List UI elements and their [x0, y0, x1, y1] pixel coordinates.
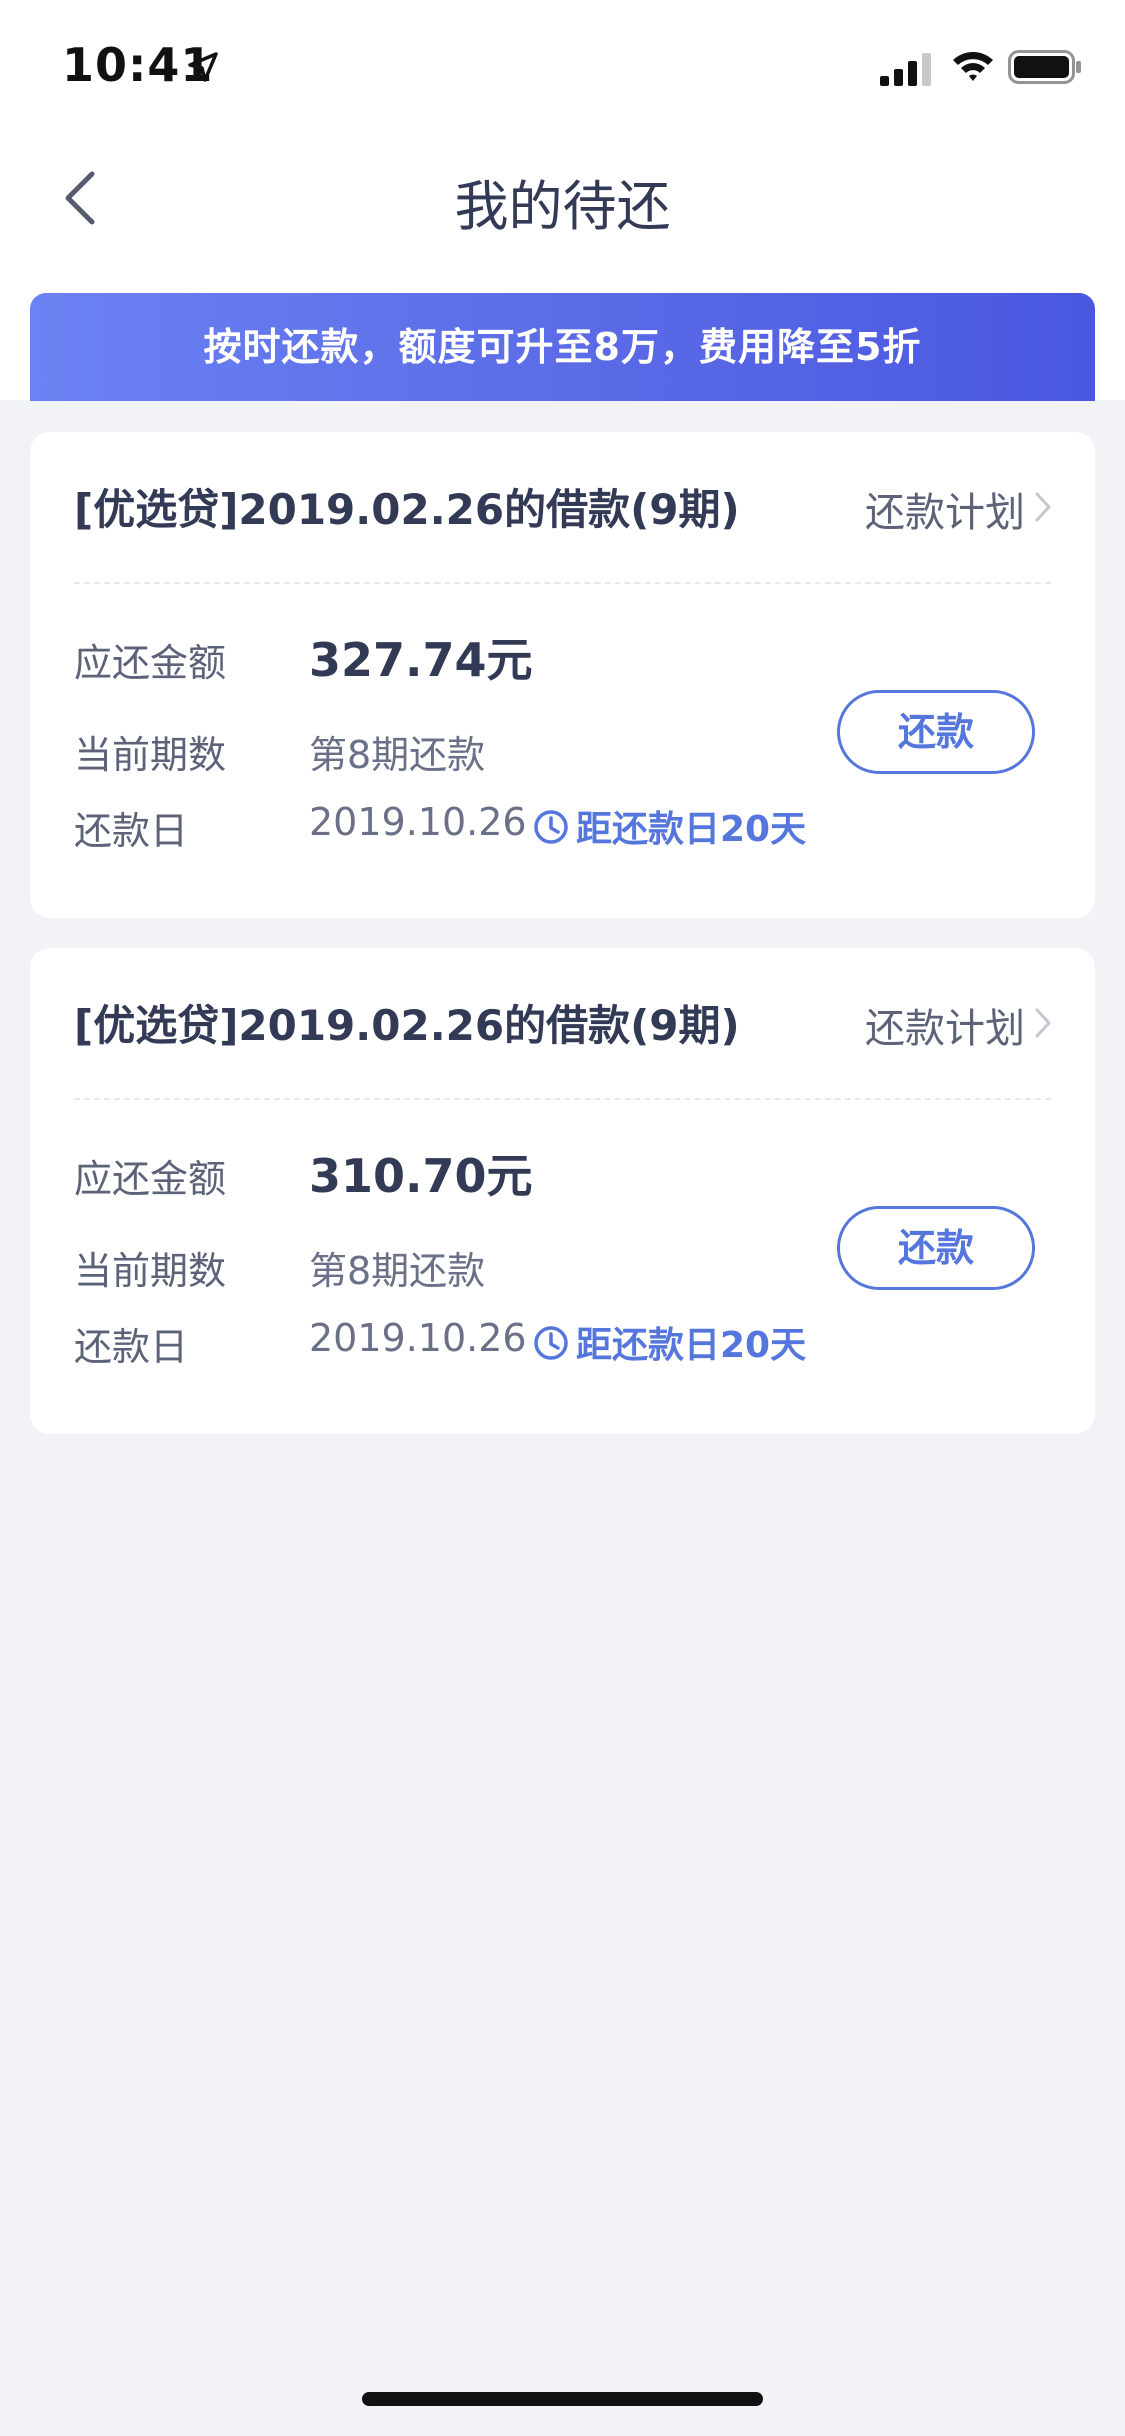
- days-until-due: 距还款日20天: [576, 809, 807, 850]
- nav-bar: 我的待还: [0, 132, 1125, 262]
- promo-banner[interactable]: 按时还款，额度可升至8万，费用降至5折: [30, 293, 1095, 401]
- due-date-label: 还款日: [74, 1325, 189, 1369]
- repayment-plan-link[interactable]: 还款计划: [865, 996, 1025, 1054]
- loan-card: [优选贷]2019.02.26的借款(9期) 还款计划 应还金额 327.74元…: [30, 432, 1095, 918]
- location-arrow-icon: [188, 52, 218, 82]
- due-date-value: 2019.10.26: [309, 1316, 527, 1360]
- current-period-label: 当前期数: [74, 733, 227, 777]
- loan-title: [优选贷]2019.02.26的借款(9期): [74, 485, 740, 534]
- current-period-value: 第8期还款: [309, 733, 486, 777]
- repay-button[interactable]: 还款: [837, 690, 1035, 774]
- status-bar: 10:41: [0, 0, 1125, 132]
- card-divider: [74, 1098, 1051, 1100]
- current-period-value: 第8期还款: [309, 1249, 486, 1293]
- due-date-label: 还款日: [74, 809, 189, 853]
- amount-due-value: 327.74元: [309, 633, 533, 687]
- repay-button[interactable]: 还款: [837, 1206, 1035, 1290]
- wifi-icon: [953, 52, 993, 81]
- loan-card: [优选贷]2019.02.26的借款(9期) 还款计划 应还金额 310.70元…: [30, 948, 1095, 1434]
- chevron-right-icon[interactable]: [1033, 490, 1053, 524]
- home-indicator[interactable]: [362, 2392, 763, 2406]
- card-divider: [74, 582, 1051, 584]
- loan-title: [优选贷]2019.02.26的借款(9期): [74, 1001, 740, 1050]
- amount-due-value: 310.70元: [309, 1149, 533, 1203]
- page-title: 我的待还: [454, 175, 671, 238]
- amount-due-label: 应还金额: [74, 641, 227, 685]
- clock-icon: [534, 810, 568, 844]
- battery-icon: [1008, 50, 1081, 84]
- clock-icon: [534, 1326, 568, 1360]
- amount-due-label: 应还金额: [74, 1157, 227, 1201]
- repayment-plan-link[interactable]: 还款计划: [865, 480, 1025, 538]
- days-until-due: 距还款日20天: [576, 1325, 807, 1366]
- current-period-label: 当前期数: [74, 1249, 227, 1293]
- cellular-signal-icon: [880, 53, 931, 86]
- chevron-right-icon[interactable]: [1033, 1006, 1053, 1040]
- due-date-value: 2019.10.26: [309, 800, 527, 844]
